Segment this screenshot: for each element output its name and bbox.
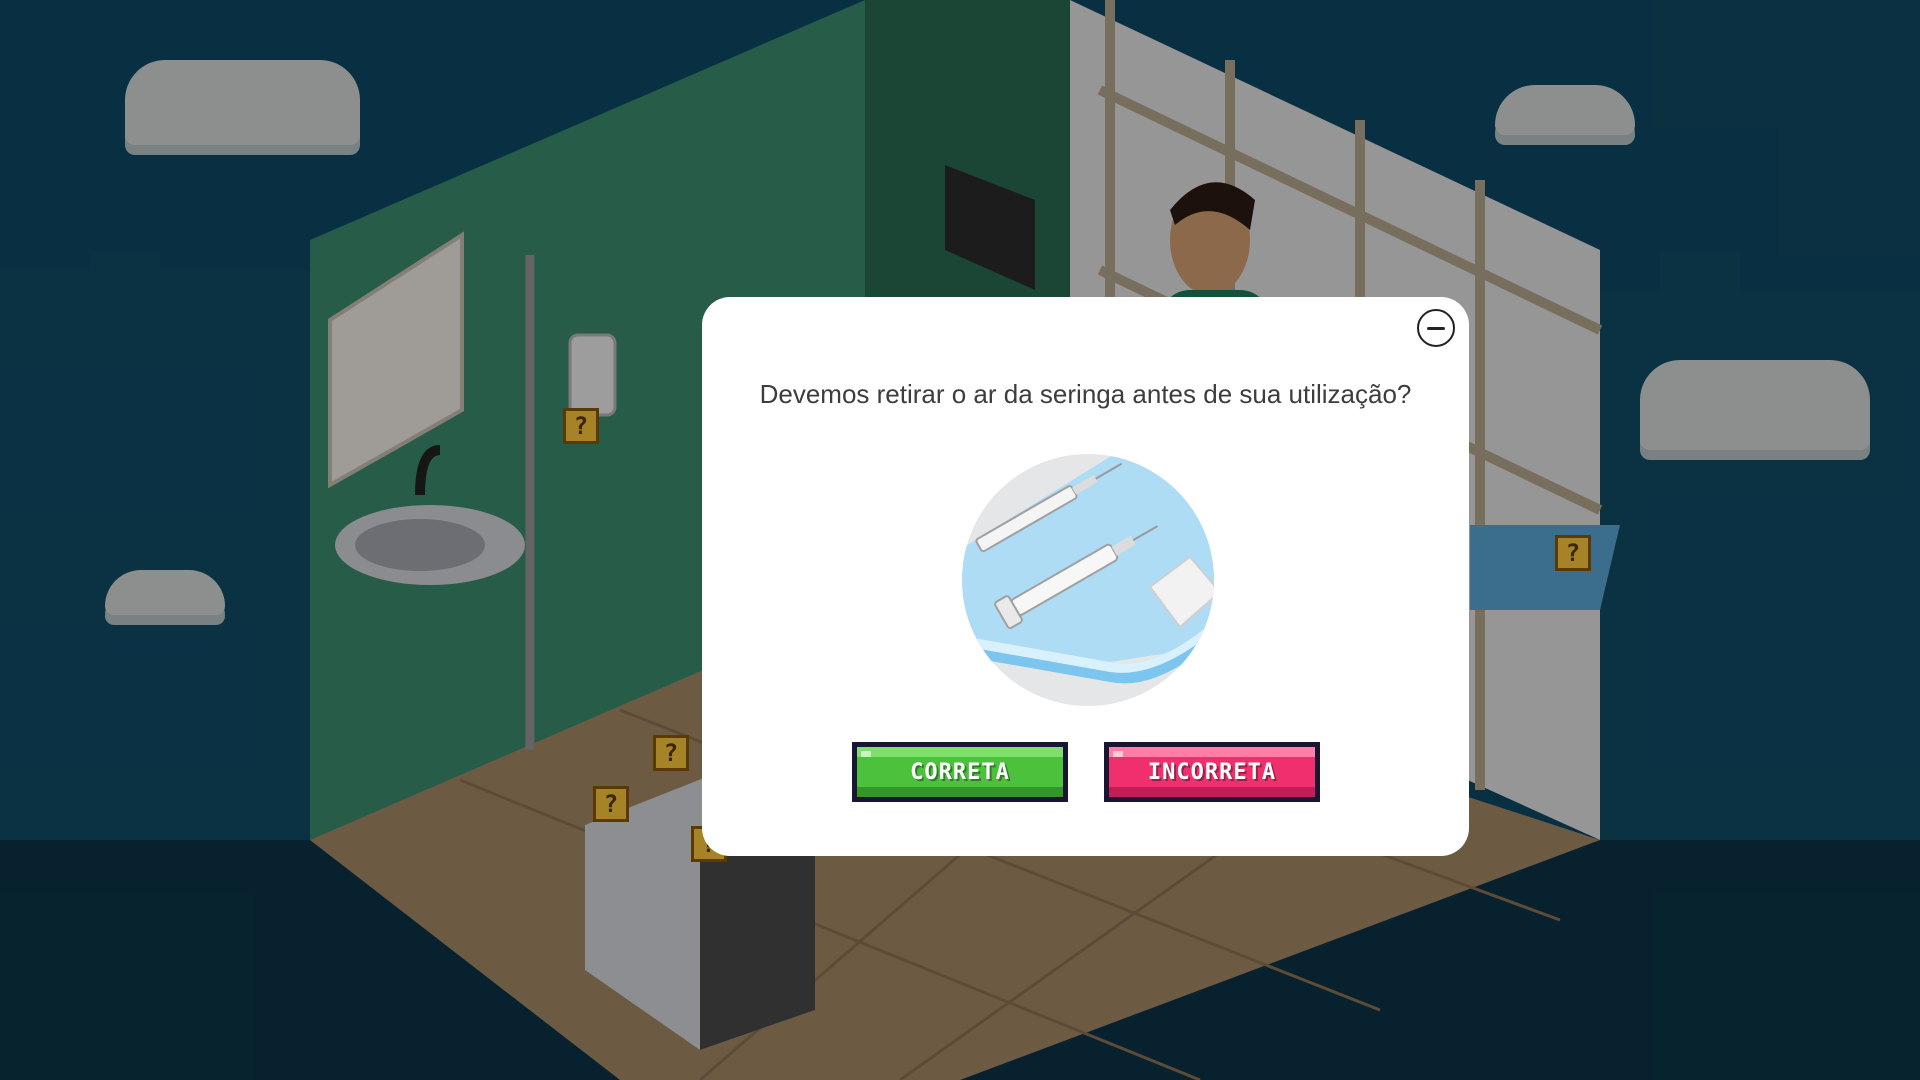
question-text: Devemos retirar o ar da seringa antes de… — [759, 379, 1412, 409]
minus-circle-icon[interactable] — [1417, 309, 1455, 347]
correct-button[interactable]: CORRETA — [852, 742, 1068, 802]
syringe-tray-illustration — [962, 454, 1214, 706]
quiz-modal: Devemos retirar o ar da seringa antes de… — [702, 297, 1469, 856]
minus-bar — [1427, 327, 1445, 330]
incorrect-button[interactable]: INCORRETA — [1104, 742, 1320, 802]
